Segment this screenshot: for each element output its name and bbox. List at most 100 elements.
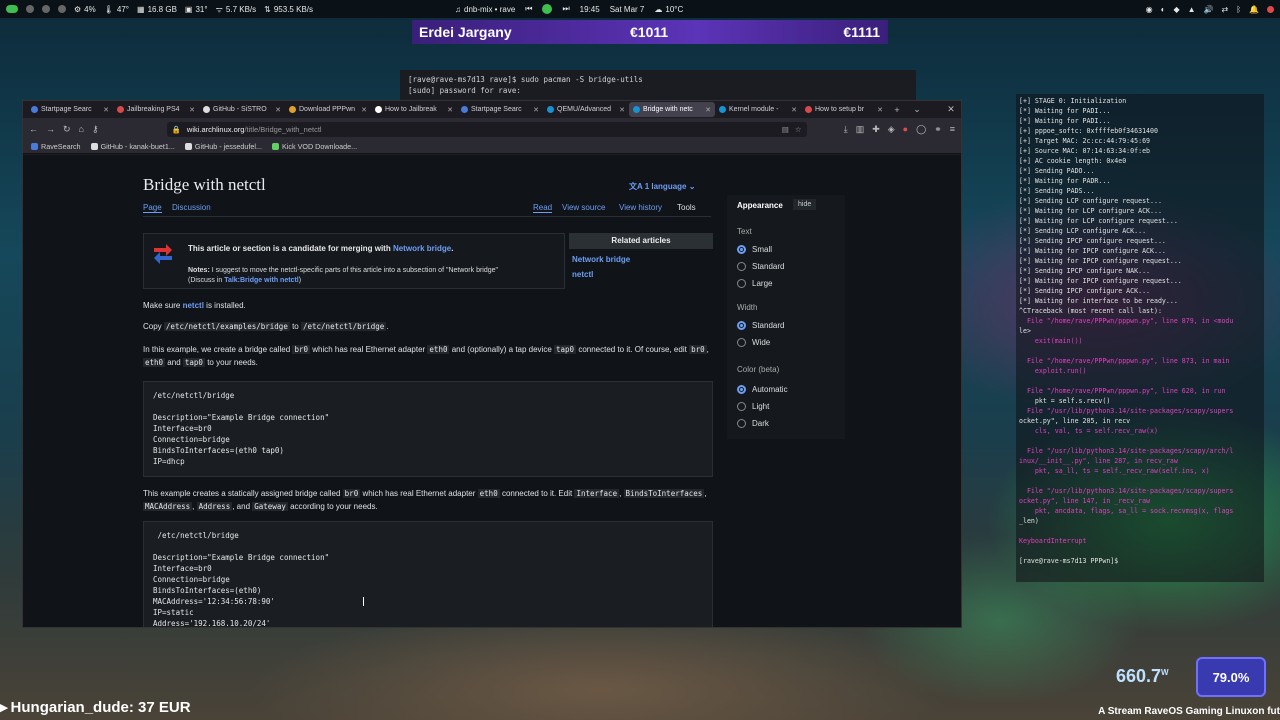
close-tab-icon[interactable]: ✕ [705, 106, 711, 114]
tray-app-icon[interactable]: ▲ [1188, 5, 1196, 14]
bookmark-item[interactable]: Kick VOD Downloade... [272, 142, 357, 151]
tab-view-history[interactable]: View history [619, 203, 662, 212]
tab-page[interactable]: Page [143, 203, 162, 213]
tab-read[interactable]: Read [533, 203, 553, 213]
tab-tools[interactable]: Tools [677, 203, 696, 212]
clock-time[interactable]: 19:45 [580, 5, 600, 14]
home-icon[interactable]: ⌂ [79, 124, 84, 134]
reload-icon[interactable]: ↻ [63, 124, 71, 135]
workspace-indicator-icon[interactable] [6, 5, 18, 13]
power-icon[interactable] [1267, 5, 1274, 13]
related-link[interactable]: netctl [572, 270, 710, 279]
url-bar[interactable]: 🔒 wiki.archlinux.org/title/Bridge_with_n… [166, 121, 807, 137]
browser-tab[interactable]: How to Jailbreak ✕ [371, 102, 457, 117]
forward-icon[interactable]: → [46, 124, 55, 134]
bluetooth-icon[interactable]: ᛒ [1236, 5, 1241, 14]
terminal-line: [*] Waiting for LCP configure ACK... [1019, 207, 1162, 215]
terminal-line: [+] Target MAC: 2c:cc:44:79:45:69 [1019, 137, 1151, 145]
weather[interactable]: ☁ 10°C [654, 5, 683, 14]
library-icon[interactable]: ▥ [856, 124, 865, 135]
tab-discussion[interactable]: Discussion [172, 203, 211, 212]
ublock-icon[interactable]: ● [903, 124, 908, 134]
music-player[interactable]: ♫ dnb-mix • rave [455, 5, 515, 14]
list-tabs-icon[interactable]: ⌄ [907, 104, 927, 115]
memory-icon: ▦ [137, 4, 145, 14]
tab-view-source[interactable]: View source [562, 203, 605, 212]
appearance-title: Appearance [737, 201, 783, 210]
pppwn-terminal[interactable]: [+] STAGE 0: Initialization [*] Waiting f… [1016, 94, 1264, 582]
browser-tab-active[interactable]: Bridge with netc ✕ [629, 102, 715, 117]
close-tab-icon[interactable]: ✕ [447, 106, 453, 114]
tray-app-icon[interactable]: ◆ [1173, 5, 1179, 14]
close-tab-icon[interactable]: ✕ [361, 106, 367, 114]
language-selector[interactable]: 文A 1 language ⌄ [629, 181, 695, 192]
browser-tab[interactable]: QEMU/Advanced ✕ [543, 102, 629, 117]
close-tab-icon[interactable]: ✕ [275, 106, 281, 114]
related-link[interactable]: Network bridge [572, 255, 710, 264]
extensions-key-icon[interactable]: ⚷ [92, 124, 99, 135]
tray-app-icon[interactable]: ◐ [1161, 5, 1166, 14]
close-tab-icon[interactable]: ✕ [533, 106, 539, 114]
clock-date[interactable]: Sat Mar 7 [610, 5, 645, 14]
code-block[interactable]: /etc/netctl/bridge Description="Example … [143, 381, 713, 477]
browser-tab[interactable]: Startpage Searc ✕ [27, 102, 113, 117]
downloads-icon[interactable]: ⤓ [844, 124, 848, 135]
reader-view-icon[interactable]: ▤ [782, 125, 789, 134]
extensions-icon[interactable]: ✚ [872, 124, 880, 135]
bookmark-item[interactable]: GitHub - jessedufel... [184, 142, 262, 151]
radio-color-light[interactable]: Light [737, 402, 769, 411]
hide-button[interactable]: hide [793, 199, 817, 210]
radio-width-standard[interactable]: Standard [737, 321, 784, 330]
workspace-dot-icon[interactable] [58, 5, 66, 13]
terminal-line: File "/home/rave/PPPwn/pppwn.py", line 6… [1019, 387, 1226, 395]
bookmark-item[interactable]: RaveSearch [31, 142, 81, 151]
terminal-line: [+] pppoe_softc: 0xffffeb0f34631400 [1019, 127, 1158, 135]
browser-tab[interactable]: Download PPPwn ✕ [285, 102, 371, 117]
radio-color-dark[interactable]: Dark [737, 419, 769, 428]
account-icon[interactable]: ◯ [916, 124, 926, 135]
back-icon[interactable]: ← [29, 124, 38, 134]
browser-tab[interactable]: Startpage Searc ✕ [457, 102, 543, 117]
pocket-icon[interactable]: ◈ [888, 124, 895, 135]
background-terminal[interactable]: [rave@rave-ms7d13 rave]$ sudo pacman -S … [400, 70, 916, 104]
radio-color-automatic[interactable]: Automatic [737, 385, 788, 394]
music-icon: ♫ [455, 4, 461, 14]
vpn-icon[interactable]: ⚭ [934, 124, 942, 135]
radio-text-standard[interactable]: Standard [737, 262, 784, 271]
close-tab-icon[interactable]: ✕ [189, 106, 195, 114]
tray-app-icon[interactable]: ◉ [1146, 5, 1153, 14]
wifi-icon: ᯤ [215, 4, 223, 14]
workspace-dot-icon[interactable] [42, 5, 50, 13]
radio-width-wide[interactable]: Wide [737, 338, 770, 347]
network-icon[interactable]: ⇄ [1222, 5, 1229, 14]
workspace-dot-icon[interactable] [26, 5, 34, 13]
notifications-icon[interactable]: 🔔 [1249, 5, 1259, 14]
browser-tab[interactable]: Kernel module - ✕ [715, 102, 801, 117]
prev-track-icon[interactable]: ⏮ [525, 4, 532, 14]
menu-icon[interactable]: ≡ [950, 124, 955, 134]
close-tab-icon[interactable]: ✕ [103, 106, 109, 114]
next-track-icon[interactable]: ⏭ [562, 4, 569, 14]
close-window-icon[interactable]: ✕ [941, 104, 961, 115]
browser-tab[interactable]: GitHub - SiSTRO ✕ [199, 102, 285, 117]
browser-tab[interactable]: Jailbreaking PS4 ✕ [113, 102, 199, 117]
close-tab-icon[interactable]: ✕ [791, 106, 797, 114]
radio-text-large[interactable]: Large [737, 279, 772, 288]
play-pause-icon[interactable] [542, 4, 553, 14]
browser-tab[interactable]: How to setup br ✕ [801, 102, 887, 117]
bookmark-item[interactable]: GitHub - kanak-buet1... [90, 142, 175, 151]
discuss-link[interactable]: Talk:Bridge with netctl [224, 277, 299, 284]
radio-text-small[interactable]: Small [737, 245, 772, 254]
new-tab-icon[interactable]: + [887, 105, 907, 115]
terminal-line: [*] Waiting for interface to be ready... [1019, 297, 1178, 305]
netctl-link[interactable]: netctl [183, 301, 204, 310]
close-tab-icon[interactable]: ✕ [619, 106, 625, 114]
bookmark-star-icon[interactable]: ☆ [795, 125, 802, 134]
notice-link[interactable]: Network bridge [393, 244, 451, 253]
code-block[interactable]: /etc/netctl/bridge Description="Example … [143, 521, 713, 627]
page-viewport[interactable]: Bridge with netctl 文A 1 language ⌄ Page … [23, 155, 961, 627]
volume-icon[interactable]: 🔊 [1204, 5, 1214, 14]
close-tab-icon[interactable]: ✕ [877, 106, 883, 114]
